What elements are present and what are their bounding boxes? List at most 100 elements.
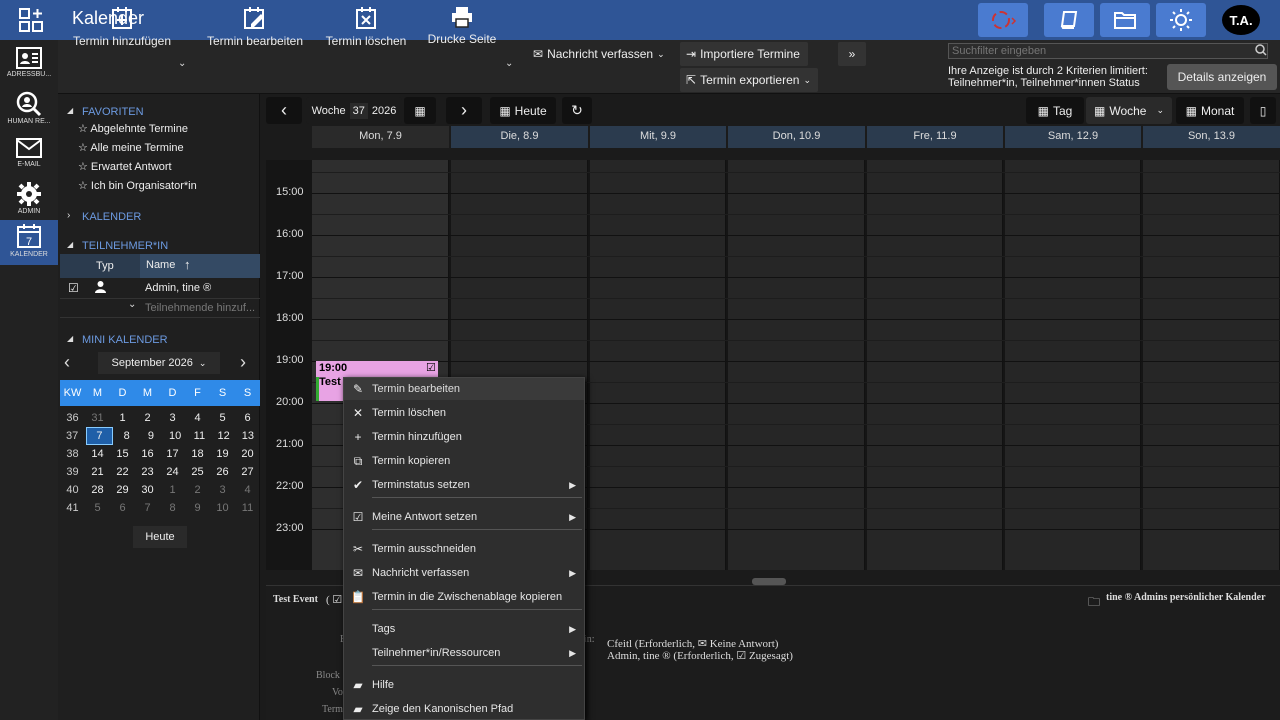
- calendar-section-title[interactable]: KALENDER: [82, 211, 141, 223]
- day-header[interactable]: Fre, 11.9: [867, 126, 1003, 148]
- nav-item-calendar[interactable]: 7 KALENDER: [0, 220, 58, 265]
- mini-calendar-day[interactable]: 19: [210, 445, 235, 463]
- day-header[interactable]: Son, 13.9: [1143, 126, 1280, 148]
- favorites-title[interactable]: FAVORITEN: [82, 106, 144, 118]
- mini-next-icon[interactable]: ›: [240, 352, 246, 373]
- mini-calendar-day[interactable]: 2: [135, 409, 160, 427]
- view-week-button[interactable]: ▦ Woche ⌄: [1086, 97, 1172, 124]
- mini-calendar-day[interactable]: 4: [185, 409, 210, 427]
- mini-calendar-day[interactable]: 14: [85, 445, 110, 463]
- import-events-button[interactable]: ⇥ Importiere Termine: [680, 42, 808, 66]
- mini-month-select[interactable]: September 2026 ⌄: [98, 352, 220, 374]
- search-input[interactable]: [948, 43, 1268, 59]
- context-menu-item[interactable]: ▰ Zeige den Kanonischen Pfad: [344, 698, 584, 720]
- nav-item-addressbook[interactable]: ADRESSBU...: [0, 44, 58, 89]
- refresh-button[interactable]: ↻: [562, 97, 592, 124]
- mini-calendar-day[interactable]: 2: [185, 481, 210, 499]
- mini-calendar-day[interactable]: 10: [163, 427, 187, 445]
- mini-calendar-day[interactable]: 29: [110, 481, 135, 499]
- next-week-button[interactable]: ›: [446, 97, 482, 124]
- search-icon[interactable]: [1255, 44, 1267, 59]
- nav-item-admin[interactable]: ADMIN: [0, 179, 58, 224]
- favorite-item[interactable]: ☆ Alle meine Termine: [78, 141, 184, 154]
- mini-calendar-day[interactable]: 23: [135, 463, 160, 481]
- context-menu-item[interactable]: ▰ Hilfe: [344, 674, 584, 696]
- mini-calendar-day[interactable]: 11: [235, 499, 260, 517]
- context-menu-item[interactable]: Teilnehmer*in/Ressourcen ▶: [344, 642, 584, 664]
- participant-name[interactable]: Admin, tine ®: [145, 282, 211, 294]
- collapse-triangle-icon[interactable]: ◢: [67, 240, 73, 249]
- day-header[interactable]: Don, 10.9: [728, 126, 865, 148]
- nav-item-email[interactable]: E-MAIL: [0, 134, 58, 179]
- mini-calendar-day[interactable]: 9: [139, 427, 163, 445]
- mini-calendar-day[interactable]: 6: [110, 499, 135, 517]
- today-button[interactable]: ▦ Heute: [490, 97, 556, 124]
- favorite-item[interactable]: ☆ Erwartet Antwort: [78, 160, 172, 173]
- mini-calendar-day[interactable]: 5: [210, 409, 235, 427]
- context-menu-item[interactable]: ✎ Termin bearbeiten: [344, 378, 584, 400]
- nav-item-human-resources[interactable]: HUMAN RE...: [0, 89, 58, 134]
- mini-calendar-day[interactable]: 20: [235, 445, 260, 463]
- mini-calendar-day[interactable]: 3: [210, 481, 235, 499]
- context-menu-item[interactable]: ✉ Nachricht verfassen ▶: [344, 562, 584, 584]
- checkbox-icon[interactable]: ☑: [68, 281, 79, 295]
- participant-add-input[interactable]: Teilnehmende hinzuf...: [145, 302, 255, 314]
- mini-calendar-day[interactable]: 1: [110, 409, 135, 427]
- chevron-down-icon[interactable]: ⌄: [128, 299, 136, 310]
- mini-calendar-day[interactable]: 9: [185, 499, 210, 517]
- chevron-down-icon[interactable]: ⌄: [178, 58, 186, 69]
- participants-title[interactable]: TEILNEHMER*IN: [82, 240, 168, 252]
- delete-event-button[interactable]: Termin löschen: [322, 2, 410, 52]
- mini-calendar-day[interactable]: 6: [235, 409, 260, 427]
- week-number[interactable]: 39: [60, 463, 85, 481]
- context-menu-item[interactable]: ✂ Termin ausschneiden: [344, 538, 584, 560]
- mini-calendar-day[interactable]: 4: [235, 481, 260, 499]
- mini-calendar-day[interactable]: 21: [85, 463, 110, 481]
- col-type[interactable]: Typ: [96, 260, 114, 272]
- mini-calendar-day[interactable]: 24: [160, 463, 185, 481]
- avatar[interactable]: T.A.: [1222, 5, 1260, 35]
- day-header[interactable]: Mit, 9.9: [590, 126, 726, 148]
- mini-calendar-day[interactable]: 30: [135, 481, 160, 499]
- chevron-right-icon[interactable]: ›: [67, 210, 70, 221]
- mini-calendar-day[interactable]: 8: [160, 499, 185, 517]
- col-name[interactable]: Name: [146, 259, 175, 271]
- mini-prev-icon[interactable]: ‹: [64, 352, 70, 373]
- collapse-triangle-icon[interactable]: ◢: [67, 106, 73, 115]
- context-menu-item[interactable]: ⧉ Termin kopieren: [344, 450, 584, 472]
- mini-calendar-day[interactable]: 16: [135, 445, 160, 463]
- week-number[interactable]: 38: [60, 445, 85, 463]
- add-event-button[interactable]: Termin hinzufügen: [72, 2, 172, 52]
- mini-calendar-day[interactable]: 31: [85, 409, 110, 427]
- dispatch-button[interactable]: [978, 3, 1028, 37]
- mini-today-button[interactable]: Heute: [133, 526, 187, 548]
- mini-calendar-day[interactable]: 28: [85, 481, 110, 499]
- mini-calendar-day[interactable]: 17: [160, 445, 185, 463]
- edit-event-button[interactable]: Termin bearbeiten: [205, 2, 305, 52]
- details-button[interactable]: Details anzeigen: [1167, 64, 1277, 90]
- more-tools-button[interactable]: »: [838, 42, 866, 66]
- apps-grid-icon[interactable]: [18, 7, 44, 36]
- context-menu-item[interactable]: ✔ Terminstatus setzen ▶: [344, 474, 584, 496]
- day-header[interactable]: Sam, 12.9: [1005, 126, 1141, 148]
- context-menu-item[interactable]: ✕ Termin löschen: [344, 402, 584, 424]
- context-menu-item[interactable]: Tags ▶: [344, 618, 584, 640]
- mini-calendar-day[interactable]: 26: [210, 463, 235, 481]
- context-menu-item[interactable]: 📋 Termin in die Zwischenablage kopieren: [344, 586, 584, 608]
- favorite-item[interactable]: ☆ Ich bin Organisator*in: [78, 179, 197, 192]
- context-menu-item[interactable]: + Termin hinzufügen: [344, 426, 584, 448]
- mini-calendar-day[interactable]: 13: [236, 427, 260, 445]
- folder-button[interactable]: [1100, 3, 1150, 37]
- prev-week-button[interactable]: ‹: [266, 97, 302, 124]
- day-header[interactable]: Die, 8.9: [451, 126, 588, 148]
- theme-toggle-button[interactable]: [1156, 3, 1206, 37]
- mini-calendar-day[interactable]: 8: [115, 427, 139, 445]
- mini-calendar-day[interactable]: 7: [86, 427, 113, 445]
- week-number[interactable]: 37: [60, 427, 84, 445]
- mini-calendar-day[interactable]: 3: [160, 409, 185, 427]
- mini-calendar-day[interactable]: 5: [85, 499, 110, 517]
- mini-calendar-day[interactable]: 12: [212, 427, 236, 445]
- compose-message-button[interactable]: ✉ Nachricht verfassen ⌄: [527, 42, 671, 66]
- mini-calendar-day[interactable]: 25: [185, 463, 210, 481]
- mini-calendar-day[interactable]: 11: [187, 427, 211, 445]
